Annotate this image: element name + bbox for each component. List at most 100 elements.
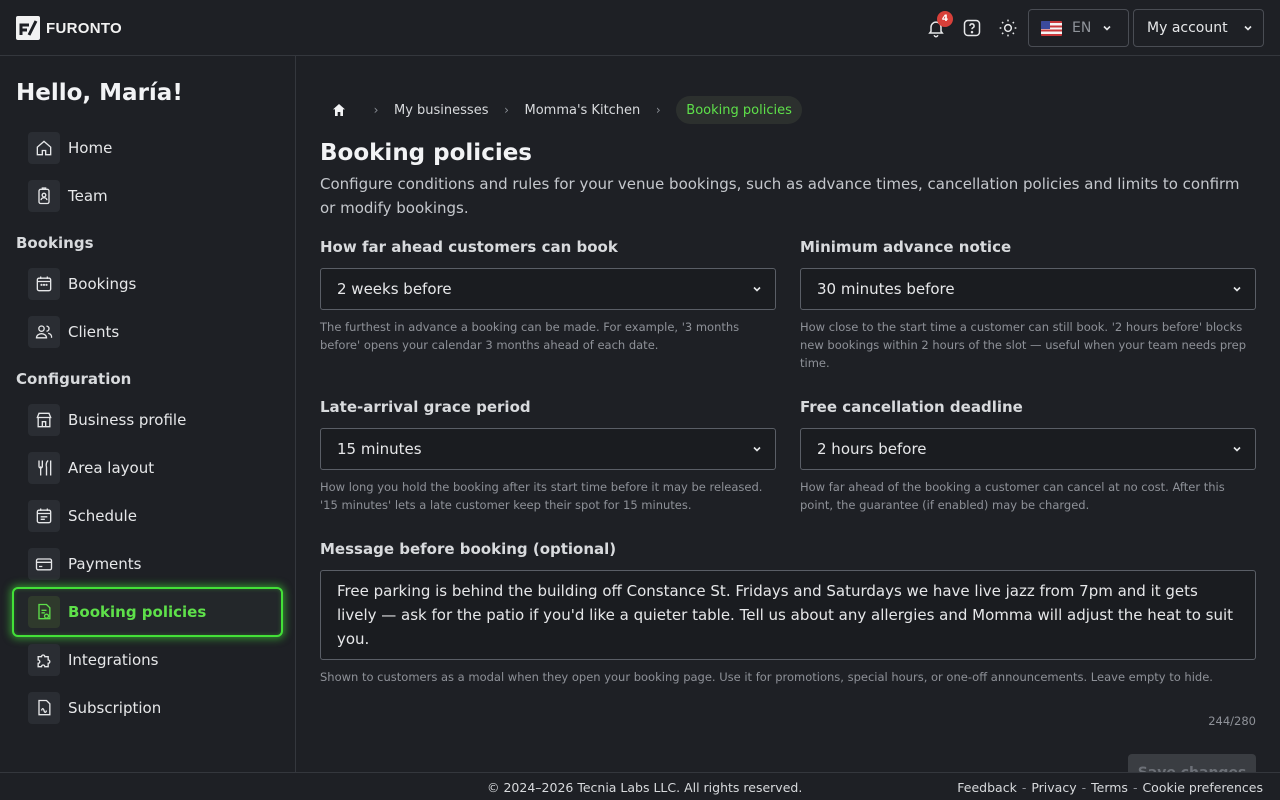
grace-period-help: How long you hold the booking after its …	[320, 480, 763, 512]
min-notice-label: Minimum advance notice	[800, 238, 1012, 256]
advance-booking-help: The furthest in advance a booking can be…	[320, 320, 740, 352]
message-help: Shown to customers as a modal when they …	[320, 670, 1213, 684]
breadcrumb: › My businesses › Momma's Kitchen › Book…	[320, 96, 802, 124]
account-menu-button[interactable]: My account	[1133, 9, 1264, 47]
chevron-down-icon	[1244, 25, 1252, 31]
section-configuration: Configuration	[16, 370, 132, 388]
calendar-icon	[28, 268, 60, 300]
sidebar-item-schedule[interactable]: Schedule	[28, 500, 137, 532]
sidebar-item-bookings[interactable]: Bookings	[28, 268, 136, 300]
sidebar-item-label: Schedule	[68, 507, 137, 525]
min-notice-select[interactable]: 30 minutes before	[800, 268, 1256, 310]
chevron-right-icon: ›	[504, 103, 509, 117]
schedule-icon	[28, 500, 60, 532]
policy-icon	[28, 596, 60, 628]
sidebar-item-business-profile[interactable]: Business profile	[28, 404, 186, 436]
sidebar-item-integrations[interactable]: Integrations	[28, 644, 158, 676]
copyright: © 2024–2026 Tecnia Labs LLC. All rights …	[487, 780, 803, 795]
footer-separator: -	[1021, 780, 1027, 795]
sidebar-item-label: Area layout	[68, 459, 155, 477]
card-icon	[28, 548, 60, 580]
min-notice-help: How close to the start time a customer c…	[800, 320, 1246, 370]
brand-mark-icon	[16, 16, 40, 40]
sidebar-item-label: Business profile	[68, 411, 187, 429]
sidebar-item-label: Home	[68, 139, 113, 157]
select-value: 2 weeks before	[337, 280, 452, 298]
sidebar-item-area-layout[interactable]: Area layout	[28, 452, 154, 484]
breadcrumb-home[interactable]	[320, 96, 358, 124]
chevron-down-icon	[753, 446, 761, 452]
top-bar: FURONTO 4 EN My account	[0, 0, 1280, 56]
sidebar-item-subscription[interactable]: Subscription	[28, 692, 161, 724]
footer-link-terms[interactable]: Terms	[1091, 780, 1128, 795]
save-button[interactable]: Save changes	[1128, 754, 1256, 772]
chevron-down-icon	[753, 286, 761, 292]
subscription-icon	[28, 692, 60, 724]
select-value: 15 minutes	[337, 440, 422, 458]
footer-separator: -	[1132, 780, 1138, 795]
store-icon	[28, 404, 60, 436]
sun-icon	[999, 19, 1017, 37]
section-bookings: Bookings	[16, 234, 94, 252]
advance-booking-select[interactable]: 2 weeks before	[320, 268, 776, 310]
badge-icon	[28, 180, 60, 212]
select-value: 2 hours before	[817, 440, 927, 458]
sidebar-item-booking-policies[interactable]: Booking policies	[28, 596, 206, 628]
sidebar-item-home[interactable]: Home	[28, 132, 112, 164]
footer-separator: -	[1081, 780, 1087, 795]
sidebar-item-payments[interactable]: Payments	[28, 548, 141, 580]
sidebar: Hello, María! Home Team Bookings Booking…	[0, 56, 296, 772]
utensils-icon	[28, 452, 60, 484]
footer-links: Feedback - Privacy - Terms - Cookie pref…	[957, 780, 1263, 795]
us-flag-icon	[1041, 20, 1062, 36]
sidebar-item-label: Subscription	[68, 699, 162, 717]
cancellation-help: How far ahead of the booking a customer …	[800, 480, 1225, 512]
breadcrumb-business[interactable]: Momma's Kitchen	[524, 103, 640, 118]
message-label: Message before booking (optional)	[320, 540, 617, 558]
account-label: My account	[1147, 20, 1228, 36]
sidebar-item-label: Clients	[68, 323, 120, 341]
sidebar-item-clients[interactable]: Clients	[28, 316, 119, 348]
footer-link-feedback[interactable]: Feedback	[957, 780, 1017, 795]
breadcrumb-my-businesses[interactable]: My businesses	[394, 103, 488, 118]
page-title: Booking policies	[320, 140, 532, 166]
chevron-down-icon	[1103, 25, 1111, 31]
chevron-down-icon	[1233, 286, 1241, 292]
chevron-right-icon: ›	[373, 103, 379, 117]
home-icon	[333, 104, 345, 116]
notification-badge: 4	[937, 11, 953, 27]
home-icon	[28, 132, 60, 164]
notifications-button[interactable]: 4	[922, 11, 953, 42]
users-icon	[28, 316, 60, 348]
sidebar-item-label: Team	[68, 187, 108, 205]
chevron-right-icon: ›	[655, 103, 661, 117]
main-content: › My businesses › Momma's Kitchen › Book…	[296, 56, 1280, 772]
sidebar-item-label: Integrations	[68, 651, 159, 669]
greeting: Hello, María!	[16, 80, 183, 106]
sidebar-item-label: Bookings	[68, 275, 137, 293]
cancellation-label: Free cancellation deadline	[800, 398, 1023, 416]
select-value: 30 minutes before	[817, 280, 955, 298]
footer: © 2024–2026 Tecnia Labs LLC. All rights …	[0, 772, 1280, 800]
brand-name: FURONTO	[46, 19, 122, 37]
footer-link-cookies[interactable]: Cookie preferences	[1142, 780, 1263, 795]
message-textarea[interactable]: Free parking is behind the building off …	[320, 570, 1256, 660]
theme-toggle-button[interactable]	[994, 14, 1022, 42]
help-button[interactable]	[958, 14, 986, 42]
chevron-down-icon	[1233, 446, 1241, 452]
sidebar-item-team[interactable]: Team	[28, 180, 108, 212]
breadcrumb-current: Booking policies	[676, 96, 802, 124]
brand-logo[interactable]: FURONTO	[16, 16, 122, 40]
help-icon	[963, 19, 981, 37]
sidebar-item-label: Payments	[68, 555, 142, 573]
language-selector[interactable]: EN	[1028, 9, 1129, 47]
grace-period-select[interactable]: 15 minutes	[320, 428, 776, 470]
message-char-counter: 244/280	[1208, 714, 1256, 728]
cancellation-select[interactable]: 2 hours before	[800, 428, 1256, 470]
footer-link-privacy[interactable]: Privacy	[1031, 780, 1076, 795]
language-label: EN	[1072, 20, 1092, 36]
grace-period-label: Late-arrival grace period	[320, 398, 531, 416]
sidebar-item-label: Booking policies	[68, 603, 207, 621]
puzzle-icon	[28, 644, 60, 676]
advance-booking-label: How far ahead customers can book	[320, 238, 618, 256]
